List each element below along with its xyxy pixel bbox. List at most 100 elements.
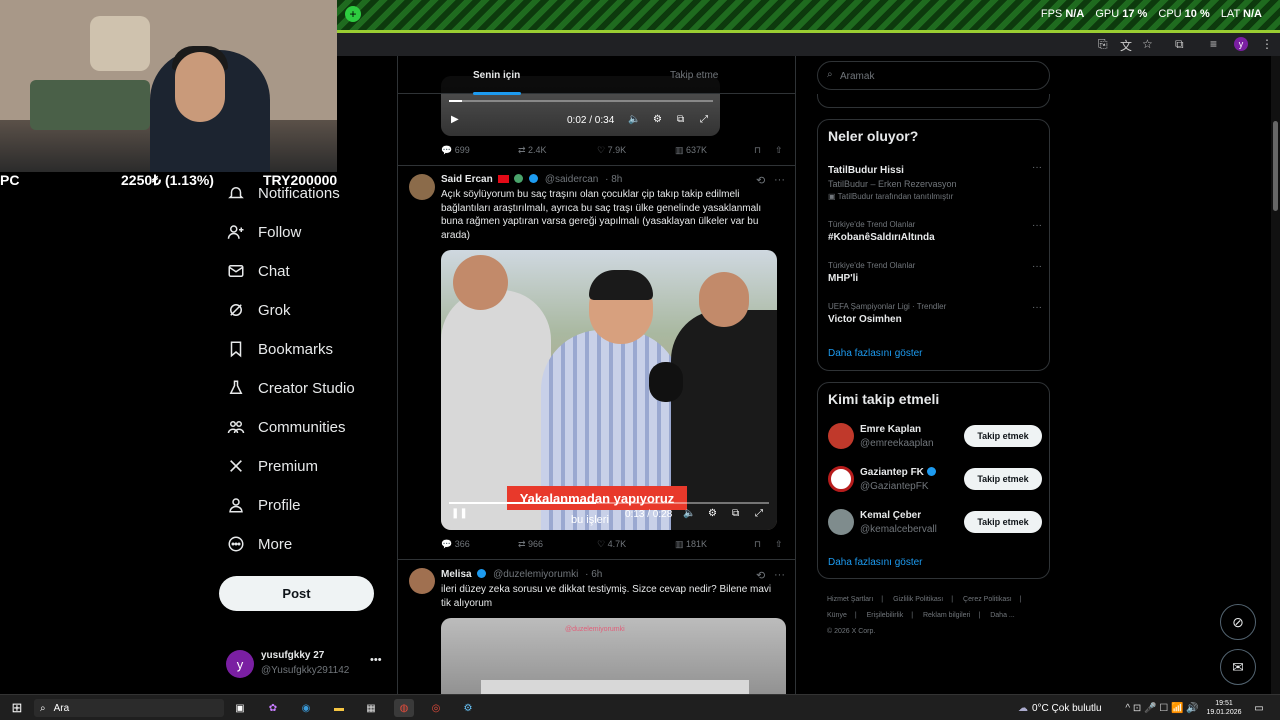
grok-icon[interactable]: ⟲ (756, 569, 765, 582)
new-tab-icon[interactable]: + (345, 6, 361, 22)
reply-button[interactable]: 💬 366 (441, 539, 470, 550)
play-icon[interactable]: ▶ (451, 114, 459, 125)
trend-item[interactable]: UEFA Şampiyonlar Ligi · Trendler Victor … (828, 302, 1042, 325)
like-button[interactable]: ♡ 7.9K (597, 145, 626, 156)
file-explorer-icon[interactable]: ▬ (330, 699, 348, 717)
search-input[interactable]: ⌕ Aramak (817, 61, 1050, 90)
reply-button[interactable]: 💬 699 (441, 145, 470, 156)
volume-icon[interactable]: 🔈 (628, 114, 640, 125)
account-switcher[interactable]: y yusufgkky 27 @Yusufgkky291142 ••• (226, 648, 386, 684)
tweet-image[interactable]: @duzelemiyorumki (441, 618, 786, 694)
media-icon[interactable]: ≡ (1210, 37, 1224, 51)
tweet-time[interactable]: · 8h (605, 174, 622, 185)
pip-icon[interactable]: ⧉ (677, 114, 684, 125)
follow-suggestion[interactable]: Emre Kaplan @emreekaaplan Takip etmek (828, 423, 1042, 453)
nav-grok[interactable]: Grok (226, 294, 291, 326)
nav-profile[interactable]: Profile (226, 489, 301, 521)
scrollbar-thumb[interactable] (1273, 121, 1278, 211)
scrollbar[interactable] (1271, 56, 1280, 694)
store-icon[interactable]: ▦ (362, 699, 380, 717)
tweet-author[interactable]: Said Ercan (441, 174, 493, 185)
share-icon[interactable]: ⇧ (775, 145, 783, 156)
tweet-author[interactable]: Melisa (441, 569, 472, 580)
volume-icon[interactable]: 🔈 (683, 508, 695, 519)
fullscreen-icon[interactable]: ⤢ (755, 508, 763, 519)
avatar[interactable] (409, 174, 435, 200)
follow-button[interactable]: Takip etmek (964, 425, 1042, 447)
clock[interactable]: 19:51 19.01.2026 (1202, 699, 1246, 717)
post-button[interactable]: Post (219, 576, 374, 611)
notification-icon[interactable]: ▭ (1252, 699, 1266, 717)
obs-icon[interactable]: ◎ (427, 699, 445, 717)
nav-premium[interactable]: Premium (226, 450, 318, 482)
steam-icon[interactable]: ⚙ (459, 699, 477, 717)
avatar[interactable] (828, 466, 854, 492)
avatar[interactable] (409, 568, 435, 594)
nav-bookmarks[interactable]: Bookmarks (226, 333, 333, 365)
messages-fab[interactable]: ✉ (1220, 649, 1256, 685)
repost-button[interactable]: ⇄ 966 (518, 539, 543, 550)
footer-link[interactable]: Gizlilik Politikası (893, 596, 943, 603)
avatar[interactable] (828, 423, 854, 449)
task-view-icon[interactable]: ▣ (232, 699, 248, 717)
nav-creator-studio[interactable]: Creator Studio (226, 372, 355, 404)
views-button[interactable]: ▥ 637K (675, 145, 707, 156)
copilot-icon[interactable]: ✿ (264, 699, 282, 717)
tweet-handle[interactable]: @duzelemiyorumki (493, 569, 578, 580)
nav-chat[interactable]: Chat (226, 255, 290, 287)
bookmark-icon[interactable]: ⊓ (754, 145, 761, 156)
follow-suggestion[interactable]: Kemal Çeber @kemalcebervall Takip etmek (828, 509, 1042, 539)
follow-button[interactable]: Takip etmek (964, 468, 1042, 490)
follow-button[interactable]: Takip etmek (964, 511, 1042, 533)
avatar[interactable] (828, 509, 854, 535)
nav-notifications[interactable]: Notifications (226, 177, 340, 209)
show-more-follow[interactable]: Daha fazlasını göster (828, 557, 923, 568)
system-tray-icons[interactable]: ^ ⊡ 🎤 ☐ 📶 🔊 (1122, 699, 1202, 717)
bookmark-icon[interactable]: ⊓ (754, 539, 761, 550)
more-icon[interactable]: ··· (1032, 220, 1042, 231)
tab-for-you[interactable]: Senin için (473, 70, 522, 95)
profile-avatar-icon[interactable]: y (1234, 37, 1248, 51)
more-icon[interactable]: ··· (1032, 162, 1042, 173)
trend-item[interactable]: Türkiye'de Trend Olanlar #KobanêSaldırıA… (828, 220, 1042, 243)
like-button[interactable]: ♡ 4.7K (597, 539, 626, 550)
tweet-time[interactable]: · 6h (585, 569, 602, 580)
tab-following[interactable]: Takip etme (670, 70, 718, 81)
settings-icon[interactable]: ⚙ (653, 114, 662, 125)
tweet-handle[interactable]: @saidercan (545, 174, 599, 185)
nav-communities[interactable]: Communities (226, 411, 346, 443)
settings-icon[interactable]: ⚙ (708, 508, 717, 519)
pip-icon[interactable]: ⧉ (732, 508, 739, 519)
footer-link[interactable]: Reklam bilgileri (923, 612, 970, 619)
footer-link[interactable]: Çerez Politikası (963, 596, 1012, 603)
footer-link[interactable]: Hizmet Şartları (827, 596, 873, 603)
taskbar-search[interactable]: ⌕ Ara (34, 699, 224, 717)
more-icon[interactable]: ··· (774, 569, 785, 581)
footer-link[interactable]: Künye (827, 612, 847, 619)
weather-widget[interactable]: ☁ 0°C Çok bulutlu (1018, 699, 1108, 717)
footer-link[interactable]: Daha ... (990, 612, 1015, 619)
install-icon[interactable]: ⎘ (1098, 37, 1112, 51)
more-icon[interactable]: ··· (1032, 302, 1042, 313)
star-icon[interactable]: ☆ (1142, 37, 1156, 51)
trend-item[interactable]: TatilBudur Hissi TatilBudur – Erken Reze… (828, 162, 1042, 201)
video-player-2[interactable]: Yakalanmadan yapıyoruz bu işleri ❚❚ 0:13… (441, 250, 777, 530)
show-more-trends[interactable]: Daha fazlasını göster (828, 348, 923, 359)
menu-icon[interactable]: ⋮ (1261, 37, 1275, 51)
views-button[interactable]: ▥ 181K (675, 539, 707, 550)
edge-icon[interactable]: ◉ (297, 699, 315, 717)
fullscreen-icon[interactable]: ⤢ (700, 114, 708, 125)
windows-start-icon[interactable]: ⊞ (8, 699, 26, 717)
nav-more[interactable]: More (226, 528, 292, 560)
follow-suggestion[interactable]: Gaziantep FK @GaziantepFK Takip etmek (828, 466, 1042, 496)
nav-follow[interactable]: Follow (226, 216, 301, 248)
more-icon[interactable]: ••• (370, 654, 382, 666)
more-icon[interactable]: ··· (1032, 261, 1042, 272)
grok-icon[interactable]: ⟲ (756, 174, 765, 187)
repost-button[interactable]: ⇄ 2.4K (518, 145, 547, 156)
more-icon[interactable]: ··· (774, 174, 785, 186)
share-icon[interactable]: ⇧ (775, 539, 783, 550)
video-progress-track[interactable] (449, 502, 769, 504)
translate-icon[interactable]: 文 (1120, 37, 1134, 53)
trend-item[interactable]: Türkiye'de Trend Olanlar MHP'li ··· (828, 261, 1042, 284)
